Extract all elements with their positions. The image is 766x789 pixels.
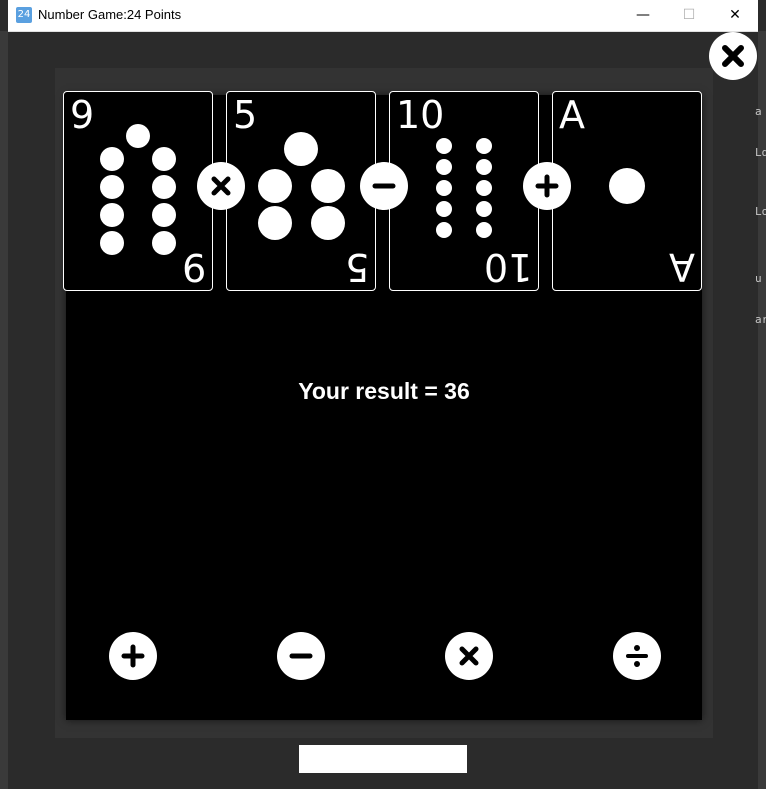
card-rank: 10 (396, 93, 445, 137)
card-9[interactable]: 9 9 (63, 91, 213, 291)
result-text: Your result = 36 (298, 378, 470, 404)
multiply-icon (211, 176, 231, 196)
bottom-action-button[interactable] (299, 745, 467, 773)
multiply-icon (459, 646, 479, 666)
minus-icon (372, 183, 396, 189)
pip (436, 180, 452, 196)
pip (100, 231, 124, 255)
background-text: a (755, 105, 762, 118)
multiply-button[interactable] (445, 632, 493, 680)
card-rank: A (559, 93, 585, 137)
maximize-button[interactable]: ☐ (666, 0, 712, 31)
minimize-button[interactable]: — (620, 0, 666, 31)
card-rank-inverted: 5 (344, 245, 369, 289)
pip (284, 132, 318, 166)
selected-op-multiply[interactable] (197, 162, 245, 210)
pip (152, 175, 176, 199)
close-icon (722, 45, 744, 67)
pip (476, 159, 492, 175)
pip (476, 138, 492, 154)
plus-icon (121, 644, 145, 668)
card-ace[interactable]: A A (552, 91, 702, 291)
pip (100, 175, 124, 199)
pip (476, 180, 492, 196)
window-close-button[interactable]: ✕ (712, 0, 758, 31)
background-text: u (755, 272, 762, 285)
pip (609, 168, 645, 204)
card-5[interactable]: 5 5 (226, 91, 376, 291)
pip (436, 138, 452, 154)
divide-button[interactable] (613, 632, 661, 680)
background-text: ar (755, 313, 766, 326)
pip (152, 203, 176, 227)
app-icon: 24 (16, 7, 32, 23)
pip (311, 169, 345, 203)
window-title: Number Game:24 Points (38, 7, 182, 22)
pip (311, 206, 345, 240)
pip (152, 231, 176, 255)
background-text: Lo (755, 205, 766, 218)
title-bar: 24 Number Game:24 Points — ☐ ✕ (8, 0, 758, 32)
pip (436, 201, 452, 217)
pip (476, 222, 492, 238)
background-edge-right (758, 31, 766, 789)
selected-op-minus[interactable] (360, 162, 408, 210)
pip (126, 124, 150, 148)
pip (258, 206, 292, 240)
add-button[interactable] (109, 632, 157, 680)
close-game-button[interactable] (709, 32, 757, 80)
pip (258, 169, 292, 203)
background-edge-left (0, 31, 8, 789)
card-10[interactable]: 10 10 (389, 91, 539, 291)
pip (436, 222, 452, 238)
background-text: Ld (755, 146, 766, 159)
pip (100, 203, 124, 227)
pip (436, 159, 452, 175)
card-rank: 5 (233, 93, 258, 137)
card-rank-inverted: A (669, 245, 695, 289)
card-rank-inverted: 9 (181, 245, 206, 289)
card-rank: 9 (70, 93, 95, 137)
pip (152, 147, 176, 171)
card-rank-inverted: 10 (483, 245, 532, 289)
selected-op-plus[interactable] (523, 162, 571, 210)
divide-icon (626, 645, 648, 667)
plus-icon (535, 174, 559, 198)
minus-icon (289, 653, 313, 659)
pip (100, 147, 124, 171)
subtract-button[interactable] (277, 632, 325, 680)
pip (476, 201, 492, 217)
